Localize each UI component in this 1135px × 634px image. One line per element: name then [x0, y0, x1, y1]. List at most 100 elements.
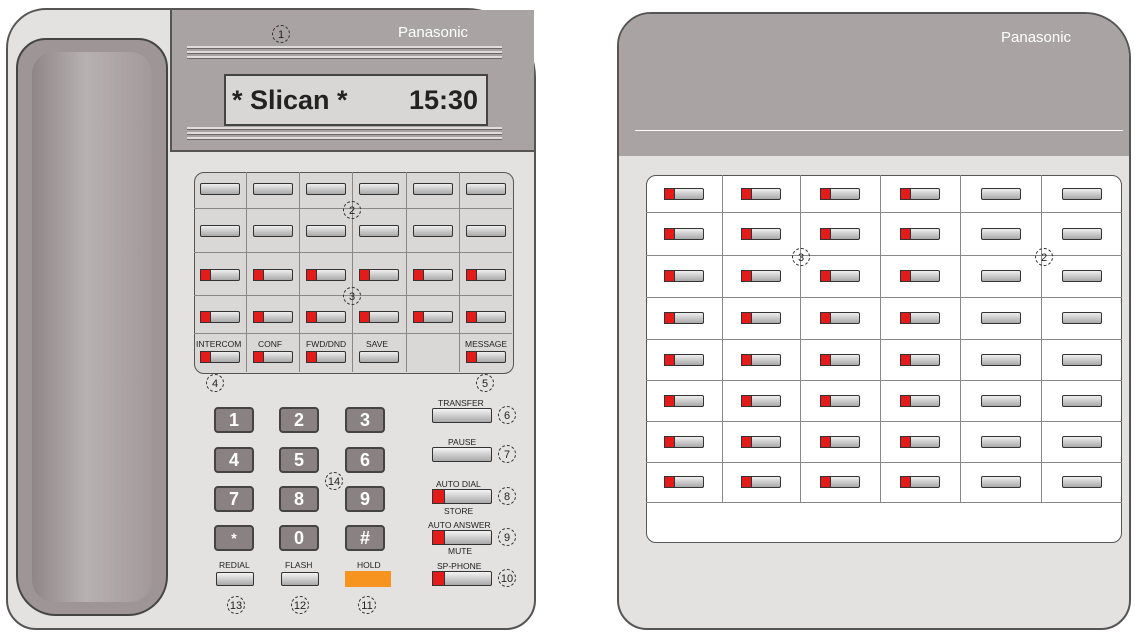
line-key[interactable] — [466, 269, 506, 281]
handset[interactable] — [16, 38, 168, 616]
redial-button[interactable] — [216, 572, 254, 586]
dial-key-6[interactable]: 6 — [345, 447, 385, 473]
dial-key-5[interactable]: 5 — [279, 447, 319, 473]
line-key[interactable] — [413, 311, 453, 323]
line-key[interactable] — [200, 311, 240, 323]
line-key[interactable] — [253, 311, 293, 323]
sp-phone-button[interactable] — [432, 571, 492, 586]
console-line-key[interactable] — [820, 435, 860, 448]
console-programmable-key[interactable] — [1061, 187, 1102, 200]
programmable-key[interactable] — [200, 183, 240, 195]
line-key[interactable] — [359, 269, 399, 281]
console-programmable-key[interactable] — [980, 187, 1021, 200]
console-programmable-key[interactable] — [980, 353, 1021, 366]
hold-button[interactable] — [345, 571, 391, 587]
line-key[interactable] — [200, 269, 240, 281]
programmable-key[interactable] — [253, 225, 293, 237]
console-line-key[interactable] — [900, 270, 940, 282]
dial-key-star[interactable]: * — [214, 525, 254, 551]
console-line-key[interactable] — [900, 394, 940, 407]
flash-button[interactable] — [281, 572, 319, 586]
callout-6: 6 — [498, 406, 516, 424]
programmable-key[interactable] — [413, 225, 453, 237]
console-line-key[interactable] — [741, 476, 781, 488]
dial-key-4[interactable]: 4 — [214, 447, 254, 473]
console-line-key[interactable] — [820, 394, 860, 407]
console-line-key[interactable] — [741, 270, 781, 282]
dial-key-9[interactable]: 9 — [345, 486, 385, 512]
programmable-key[interactable] — [466, 225, 506, 237]
console-line-key[interactable] — [664, 353, 704, 366]
console-line-key[interactable] — [820, 227, 860, 240]
console-line-key[interactable] — [741, 435, 781, 448]
programmable-key[interactable] — [466, 183, 506, 195]
console-line-key[interactable] — [741, 312, 781, 324]
console-programmable-key[interactable] — [1061, 476, 1102, 488]
console-programmable-key[interactable] — [1061, 270, 1102, 282]
console-programmable-key[interactable] — [1061, 312, 1102, 324]
programmable-key[interactable] — [359, 183, 399, 195]
dial-key-7[interactable]: 7 — [214, 486, 254, 512]
console-line-key[interactable] — [900, 476, 940, 488]
fwd-dnd-button[interactable] — [306, 351, 346, 363]
console-line-key[interactable] — [741, 187, 781, 200]
console-programmable-key[interactable] — [1061, 353, 1102, 366]
pause-button[interactable] — [432, 447, 492, 462]
console-programmable-key[interactable] — [980, 227, 1021, 240]
programmable-key[interactable] — [306, 183, 346, 195]
dial-key-hash[interactable]: # — [345, 525, 385, 551]
console-line-key[interactable] — [900, 227, 940, 240]
conf-button[interactable] — [253, 351, 293, 363]
console-line-key[interactable] — [741, 394, 781, 407]
console-line-key[interactable] — [664, 270, 704, 282]
programmable-key[interactable] — [306, 225, 346, 237]
console-line-key[interactable] — [741, 227, 781, 240]
dial-key-1[interactable]: 1 — [214, 407, 254, 433]
programmable-key[interactable] — [359, 225, 399, 237]
line-key[interactable] — [253, 269, 293, 281]
console-callout-2: 2 — [1035, 248, 1053, 266]
save-button[interactable] — [359, 351, 399, 363]
console-programmable-key[interactable] — [980, 312, 1021, 324]
console-line-key[interactable] — [664, 187, 704, 200]
console-programmable-key[interactable] — [980, 394, 1021, 407]
auto-dial-store-button[interactable] — [432, 489, 492, 504]
line-key[interactable] — [306, 269, 346, 281]
console-line-key[interactable] — [900, 187, 940, 200]
console-line-key[interactable] — [820, 312, 860, 324]
console-line-key[interactable] — [820, 187, 860, 200]
console-line-key[interactable] — [664, 476, 704, 488]
console-programmable-key[interactable] — [1061, 435, 1102, 448]
intercom-button[interactable] — [200, 351, 240, 363]
programmable-key[interactable] — [413, 183, 453, 195]
console-line-key[interactable] — [664, 227, 704, 240]
message-button[interactable] — [466, 351, 506, 363]
dial-key-2[interactable]: 2 — [279, 407, 319, 433]
console-line-key[interactable] — [741, 353, 781, 366]
console-line-key[interactable] — [820, 353, 860, 366]
console-programmable-key[interactable] — [1061, 394, 1102, 407]
console-line-key[interactable] — [820, 476, 860, 488]
console-line-key[interactable] — [664, 435, 704, 448]
console-programmable-key[interactable] — [980, 476, 1021, 488]
console-programmable-key[interactable] — [980, 270, 1021, 282]
console-programmable-key[interactable] — [980, 435, 1021, 448]
console-programmable-key[interactable] — [1061, 227, 1102, 240]
programmable-key[interactable] — [253, 183, 293, 195]
auto-answer-mute-button[interactable] — [432, 530, 492, 545]
console-line-key[interactable] — [900, 353, 940, 366]
console-line-key[interactable] — [664, 312, 704, 324]
programmable-key[interactable] — [200, 225, 240, 237]
transfer-button[interactable] — [432, 408, 492, 423]
line-key[interactable] — [466, 311, 506, 323]
console-line-key[interactable] — [664, 394, 704, 407]
console-line-key[interactable] — [820, 270, 860, 282]
dial-key-0[interactable]: 0 — [279, 525, 319, 551]
dial-key-8[interactable]: 8 — [279, 486, 319, 512]
line-key[interactable] — [413, 269, 453, 281]
console-line-key[interactable] — [900, 435, 940, 448]
console-line-key[interactable] — [900, 312, 940, 324]
line-key[interactable] — [359, 311, 399, 323]
line-key[interactable] — [306, 311, 346, 323]
dial-key-3[interactable]: 3 — [345, 407, 385, 433]
